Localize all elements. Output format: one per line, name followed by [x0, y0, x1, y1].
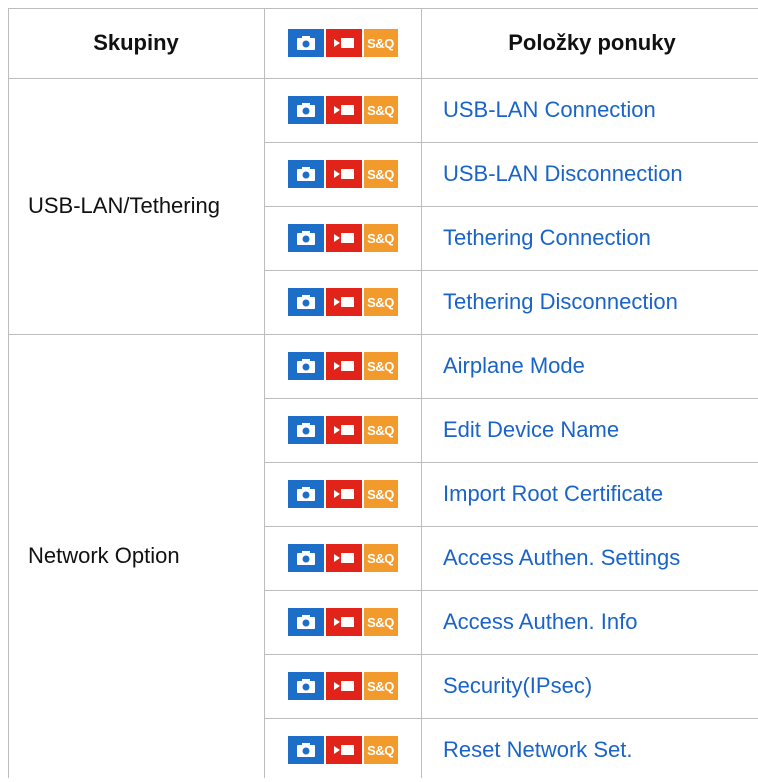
row-divider — [264, 718, 758, 719]
camera-still-icon — [287, 224, 324, 252]
header-mode-icons: S&Q — [264, 8, 421, 78]
slow-quick-icon: S&Q — [363, 416, 398, 444]
slow-quick-icon: S&Q — [363, 224, 398, 252]
header-groups: Skupiny — [8, 8, 264, 78]
row-mode-icons: S&Q — [264, 590, 421, 654]
camera-movie-icon — [325, 96, 362, 124]
menu-item-link[interactable]: USB-LAN Connection — [421, 78, 758, 142]
camera-movie-icon — [325, 480, 362, 508]
menu-item-link[interactable]: Access Authen. Settings — [421, 526, 758, 590]
row-mode-icons: S&Q — [264, 334, 421, 398]
row-mode-icons: S&Q — [264, 270, 421, 334]
slow-quick-icon: S&Q — [363, 352, 398, 380]
row-mode-icons: S&Q — [264, 654, 421, 718]
menu-item-link[interactable]: Airplane Mode — [421, 334, 758, 398]
menu-item-link[interactable]: Edit Device Name — [421, 398, 758, 462]
table-divider — [264, 8, 265, 778]
header-items: Položky ponuky — [421, 8, 758, 78]
menu-item-link[interactable]: Security(IPsec) — [421, 654, 758, 718]
camera-still-icon — [287, 416, 324, 444]
menu-item-link[interactable]: Access Authen. Info — [421, 590, 758, 654]
camera-movie-icon — [325, 160, 362, 188]
row-divider — [264, 142, 758, 143]
row-mode-icons: S&Q — [264, 462, 421, 526]
row-divider — [264, 398, 758, 399]
row-mode-icons: S&Q — [264, 526, 421, 590]
slow-quick-icon: S&Q — [363, 480, 398, 508]
camera-movie-icon — [325, 224, 362, 252]
row-divider — [264, 590, 758, 591]
slow-quick-icon: S&Q — [363, 160, 398, 188]
row-divider — [264, 334, 758, 335]
row-divider — [264, 526, 758, 527]
menu-item-link[interactable]: Import Root Certificate — [421, 462, 758, 526]
camera-movie-icon — [325, 288, 362, 316]
camera-movie-icon — [325, 544, 362, 572]
table-border-top — [8, 8, 758, 9]
row-mode-icons: S&Q — [264, 206, 421, 270]
menu-table: Skupiny S&Q Položky ponuky USB-LAN/Tethe… — [8, 8, 758, 782]
menu-item-link[interactable]: Reset Network Set. — [421, 718, 758, 782]
row-divider — [264, 654, 758, 655]
camera-movie-icon — [325, 672, 362, 700]
camera-still-icon — [287, 736, 324, 764]
table-border-left — [8, 8, 9, 778]
camera-still-icon — [287, 160, 324, 188]
table-divider — [8, 78, 758, 79]
camera-still-icon — [287, 480, 324, 508]
camera-still-icon — [287, 96, 324, 124]
slow-quick-icon: S&Q — [363, 288, 398, 316]
table-divider — [421, 8, 422, 778]
row-divider — [264, 462, 758, 463]
menu-item-link[interactable]: Tethering Connection — [421, 206, 758, 270]
slow-quick-icon: S&Q — [363, 608, 398, 636]
row-mode-icons: S&Q — [264, 398, 421, 462]
camera-still-icon — [287, 672, 324, 700]
group-usb-lan-tethering: USB-LAN/Tethering — [8, 78, 264, 334]
menu-item-link[interactable]: USB-LAN Disconnection — [421, 142, 758, 206]
camera-movie-icon — [325, 608, 362, 636]
camera-still-icon — [287, 544, 324, 572]
camera-movie-icon — [325, 352, 362, 380]
slow-quick-icon: S&Q — [363, 672, 398, 700]
camera-still-icon — [287, 352, 324, 380]
slow-quick-icon: S&Q — [363, 96, 398, 124]
camera-still-icon — [287, 288, 324, 316]
row-mode-icons: S&Q — [264, 718, 421, 782]
slow-quick-icon: S&Q — [363, 544, 398, 572]
slow-quick-icon: S&Q — [363, 29, 398, 57]
row-mode-icons: S&Q — [264, 142, 421, 206]
row-divider — [264, 206, 758, 207]
group-network-option: Network Option — [8, 334, 264, 778]
camera-movie-icon — [325, 736, 362, 764]
camera-still-icon — [287, 29, 324, 57]
row-mode-icons: S&Q — [264, 78, 421, 142]
camera-movie-icon — [325, 29, 362, 57]
camera-movie-icon — [325, 416, 362, 444]
slow-quick-icon: S&Q — [363, 736, 398, 764]
menu-item-link[interactable]: Tethering Disconnection — [421, 270, 758, 334]
camera-still-icon — [287, 608, 324, 636]
row-divider — [264, 270, 758, 271]
